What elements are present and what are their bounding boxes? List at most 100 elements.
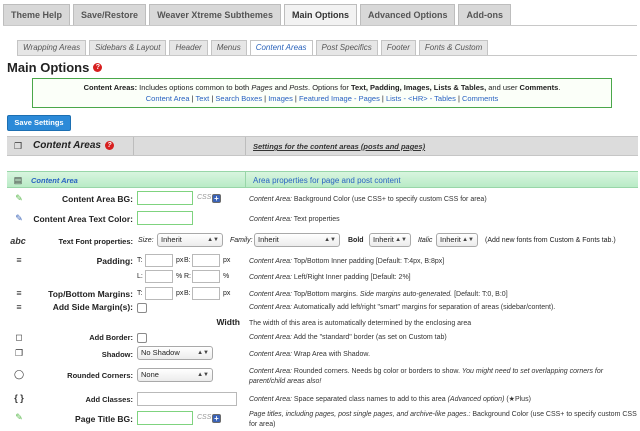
subtab-post-specifics[interactable]: Post Specifics xyxy=(315,40,378,56)
subtab-wrapping-areas[interactable]: Wrapping Areas xyxy=(17,40,87,56)
add-classes-input[interactable] xyxy=(137,392,237,406)
padding-bottom-input[interactable] xyxy=(192,254,220,267)
option-row-shadow: ❐ Shadow: No Shadow ▲▼ Content Area: Wrap… xyxy=(0,346,640,362)
section-description: Settings for the content areas (posts an… xyxy=(253,142,426,151)
column-divider xyxy=(245,172,246,187)
help-tail: [Default: T:0, B:0] xyxy=(452,291,508,298)
help-text: Text properties xyxy=(291,216,340,223)
link-text[interactable]: Text xyxy=(196,94,210,103)
option-label: Content Area BG: xyxy=(62,194,133,204)
description-text: Content Areas: Includes options common t… xyxy=(33,82,611,93)
description-posts: Posts xyxy=(289,83,309,92)
font-family-select[interactable]: Inherit ▲▼ xyxy=(254,233,340,247)
option-row-bg: ✎ Content Area BG: CSS+ + Content Area: … xyxy=(0,191,640,207)
option-row-side-margins: ≡ Add Side Margin(s): Content Area: Auto… xyxy=(0,301,640,315)
area-description: Area properties for page and post conten… xyxy=(253,176,401,185)
rounded-corners-select[interactable]: None ▲▼ xyxy=(137,368,213,382)
tab-add-ons[interactable]: Add-ons xyxy=(458,4,511,26)
description-pages: Pages xyxy=(251,83,273,92)
layout-icon: ▤ xyxy=(13,175,23,185)
tab-main-options[interactable]: Main Options xyxy=(283,4,357,26)
option-help: Content Area: Space separated class name… xyxy=(249,395,637,405)
help-italic: Side margins auto-generated. xyxy=(357,291,453,298)
option-label: Width xyxy=(216,317,240,327)
description-period: . xyxy=(558,83,561,92)
description-box: Content Areas: Includes options common t… xyxy=(32,78,612,108)
subtab-sidebars-layout[interactable]: Sidebars & Layout xyxy=(89,40,167,56)
padding-right-input[interactable] xyxy=(192,270,220,283)
option-help: Page titles, including pages, post singl… xyxy=(249,410,637,430)
tab-theme-help[interactable]: Theme Help xyxy=(3,4,71,26)
help-icon[interactable]: ? xyxy=(104,141,114,150)
subtab-fonts-custom[interactable]: Fonts & Custom xyxy=(418,40,489,56)
content-text-color-input[interactable] xyxy=(137,211,193,225)
link-lists-hr-tables[interactable]: Lists - <HR> - Tables xyxy=(386,94,456,103)
tab-subthemes[interactable]: Weaver Xtreme Subthemes xyxy=(149,4,281,26)
option-help: Content Area: Wrap Area with Shadow. xyxy=(249,350,637,360)
link-comments[interactable]: Comments xyxy=(462,94,498,103)
description-comments: Comments xyxy=(519,83,559,92)
page-title-bg-color-input[interactable] xyxy=(137,411,193,425)
subtab-menus[interactable]: Menus xyxy=(210,40,247,56)
font-bold-select[interactable]: Inherit ▲▼ xyxy=(369,233,411,247)
link-images[interactable]: Images xyxy=(268,94,293,103)
save-settings-button[interactable]: Save Settings xyxy=(7,115,71,131)
select-arrows-icon: ▲▼ xyxy=(395,237,407,243)
help-text: Space separated class names to add to th… xyxy=(291,396,446,403)
margin-top-input[interactable] xyxy=(145,287,173,300)
font-help: (Add new fonts from Custom & Fonts tab.) xyxy=(485,237,616,244)
option-help: Content Area: Left/Right Inner padding [… xyxy=(249,273,637,283)
link-search-boxes[interactable]: Search Boxes xyxy=(215,94,262,103)
help-text: Add the "standard" border (as set on Cus… xyxy=(291,334,447,341)
margin-top-label: T: xyxy=(137,290,143,297)
padding-bottom-label: B: xyxy=(184,257,191,264)
link-featured-image-pages[interactable]: Featured Image - Pages xyxy=(299,94,380,103)
shadow-select[interactable]: No Shadow ▲▼ xyxy=(137,346,213,360)
option-label: Padding: xyxy=(96,256,133,266)
subtab-content-areas[interactable]: Content Areas xyxy=(249,40,313,56)
padding-top-label: T: xyxy=(137,257,143,264)
option-row-margins: ≡ Top/Bottom Margins: T: px B: px Conten… xyxy=(0,286,640,302)
option-label: Add Border: xyxy=(89,333,133,342)
px-label: px xyxy=(223,290,231,297)
option-label: Rounded Corners: xyxy=(67,371,133,380)
font-italic-select[interactable]: Inherit ▲▼ xyxy=(436,233,478,247)
padding-left-input[interactable] xyxy=(145,270,173,283)
px-label: px xyxy=(223,257,231,264)
family-label: Family: xyxy=(230,237,253,244)
option-label: Add Classes: xyxy=(85,395,133,404)
font-icon: abc xyxy=(10,236,26,246)
option-row-corners: ◯ Rounded Corners: None ▲▼ Content Area: … xyxy=(0,366,640,388)
font-size-select[interactable]: Inherit ▲▼ xyxy=(157,233,223,247)
margin-bottom-input[interactable] xyxy=(192,287,220,300)
help-icon[interactable]: ? xyxy=(93,63,103,72)
padding-top-input[interactable] xyxy=(145,254,173,267)
size-label: Size: xyxy=(138,237,154,244)
help-text: Wrap Area with Shadow. xyxy=(291,351,371,358)
plus-icon[interactable]: + xyxy=(212,414,221,423)
link-content-area[interactable]: Content Area xyxy=(146,94,190,103)
subtab-footer[interactable]: Footer xyxy=(380,40,416,56)
option-row-padding: ≡ Padding: T: px B: px Content Area: Top… xyxy=(0,253,640,269)
section-header: ❐ Content Areas ? Settings for the conte… xyxy=(7,136,638,156)
select-value: Inherit xyxy=(258,235,279,244)
content-bg-color-input[interactable] xyxy=(137,191,193,205)
option-row-padding-lr: L: % R: % Content Area: Left/Right Inner… xyxy=(0,270,640,285)
main-tab-bar: Theme Help Save/Restore Weaver Xtreme Su… xyxy=(3,4,511,26)
select-value: Inherit xyxy=(440,235,461,244)
padding-left-label: L: xyxy=(137,273,143,280)
select-value: None xyxy=(141,370,159,379)
percent-label: % xyxy=(223,273,230,280)
section-title-text: Content Areas xyxy=(33,140,101,151)
plus-icon[interactable]: + xyxy=(212,194,221,203)
description-and: and xyxy=(272,83,290,92)
help-text: Automatically add left/right "smart" mar… xyxy=(291,304,556,311)
add-border-checkbox[interactable] xyxy=(137,333,147,343)
side-margins-checkbox[interactable] xyxy=(137,303,147,313)
description-links: Content Area | Text | Search Boxes | Ima… xyxy=(33,93,611,104)
tab-advanced-options[interactable]: Advanced Options xyxy=(359,4,456,26)
option-label: Page Title BG: xyxy=(75,414,133,424)
subtab-header[interactable]: Header xyxy=(169,40,208,56)
tab-save-restore[interactable]: Save/Restore xyxy=(73,4,147,26)
select-arrows-icon: ▲▼ xyxy=(207,237,219,243)
